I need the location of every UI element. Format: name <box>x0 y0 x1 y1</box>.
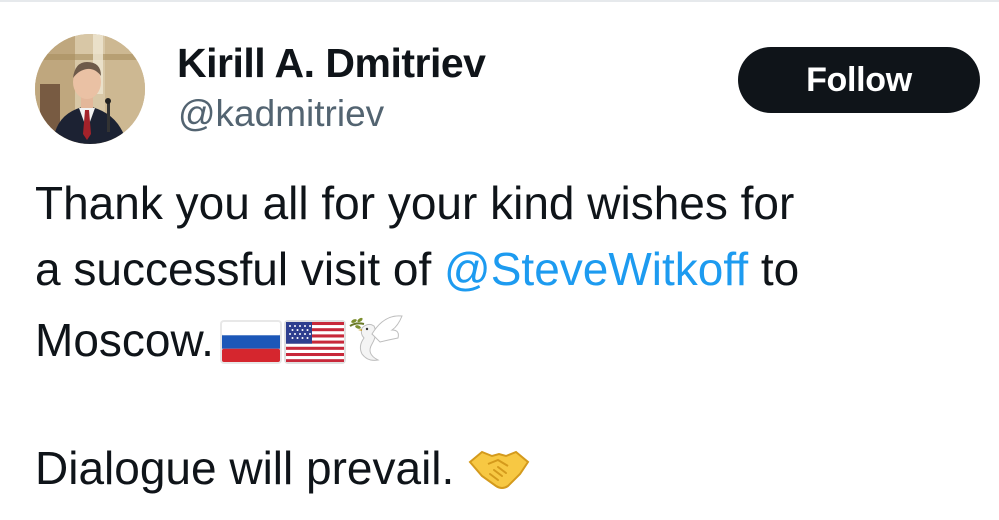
dove-icon <box>348 312 404 364</box>
tweet-text-line: Moscow. <box>35 312 404 364</box>
tweet-text-line: Dialogue will prevail. <box>35 445 530 492</box>
author-handle[interactable]: @kadmitriev <box>178 93 384 135</box>
divider <box>0 0 999 2</box>
tweet-text-line: a successful visit of @SteveWitkoff to <box>35 246 799 292</box>
author-display-name[interactable]: Kirill A. Dmitriev <box>177 40 486 87</box>
handshake-icon <box>468 446 530 492</box>
mention-link[interactable]: @SteveWitkoff <box>444 243 748 295</box>
tweet-text-line: Thank you all for your kind wishes for <box>35 177 795 229</box>
tweet-text-segment: a successful visit of <box>35 243 445 295</box>
usa-flag-icon <box>283 320 346 364</box>
tweet-text-segment: Dialogue will prevail. <box>35 442 455 494</box>
tweet-card: Kirill A. Dmitriev @kadmitriev Follow Th… <box>0 0 999 520</box>
tweet-text-segment: to <box>748 243 800 295</box>
profile-photo-icon <box>35 34 145 144</box>
tweet-text-segment: Moscow. <box>35 314 214 366</box>
follow-button[interactable]: Follow <box>738 47 980 113</box>
russia-flag-icon <box>219 320 282 364</box>
avatar[interactable] <box>35 34 145 144</box>
